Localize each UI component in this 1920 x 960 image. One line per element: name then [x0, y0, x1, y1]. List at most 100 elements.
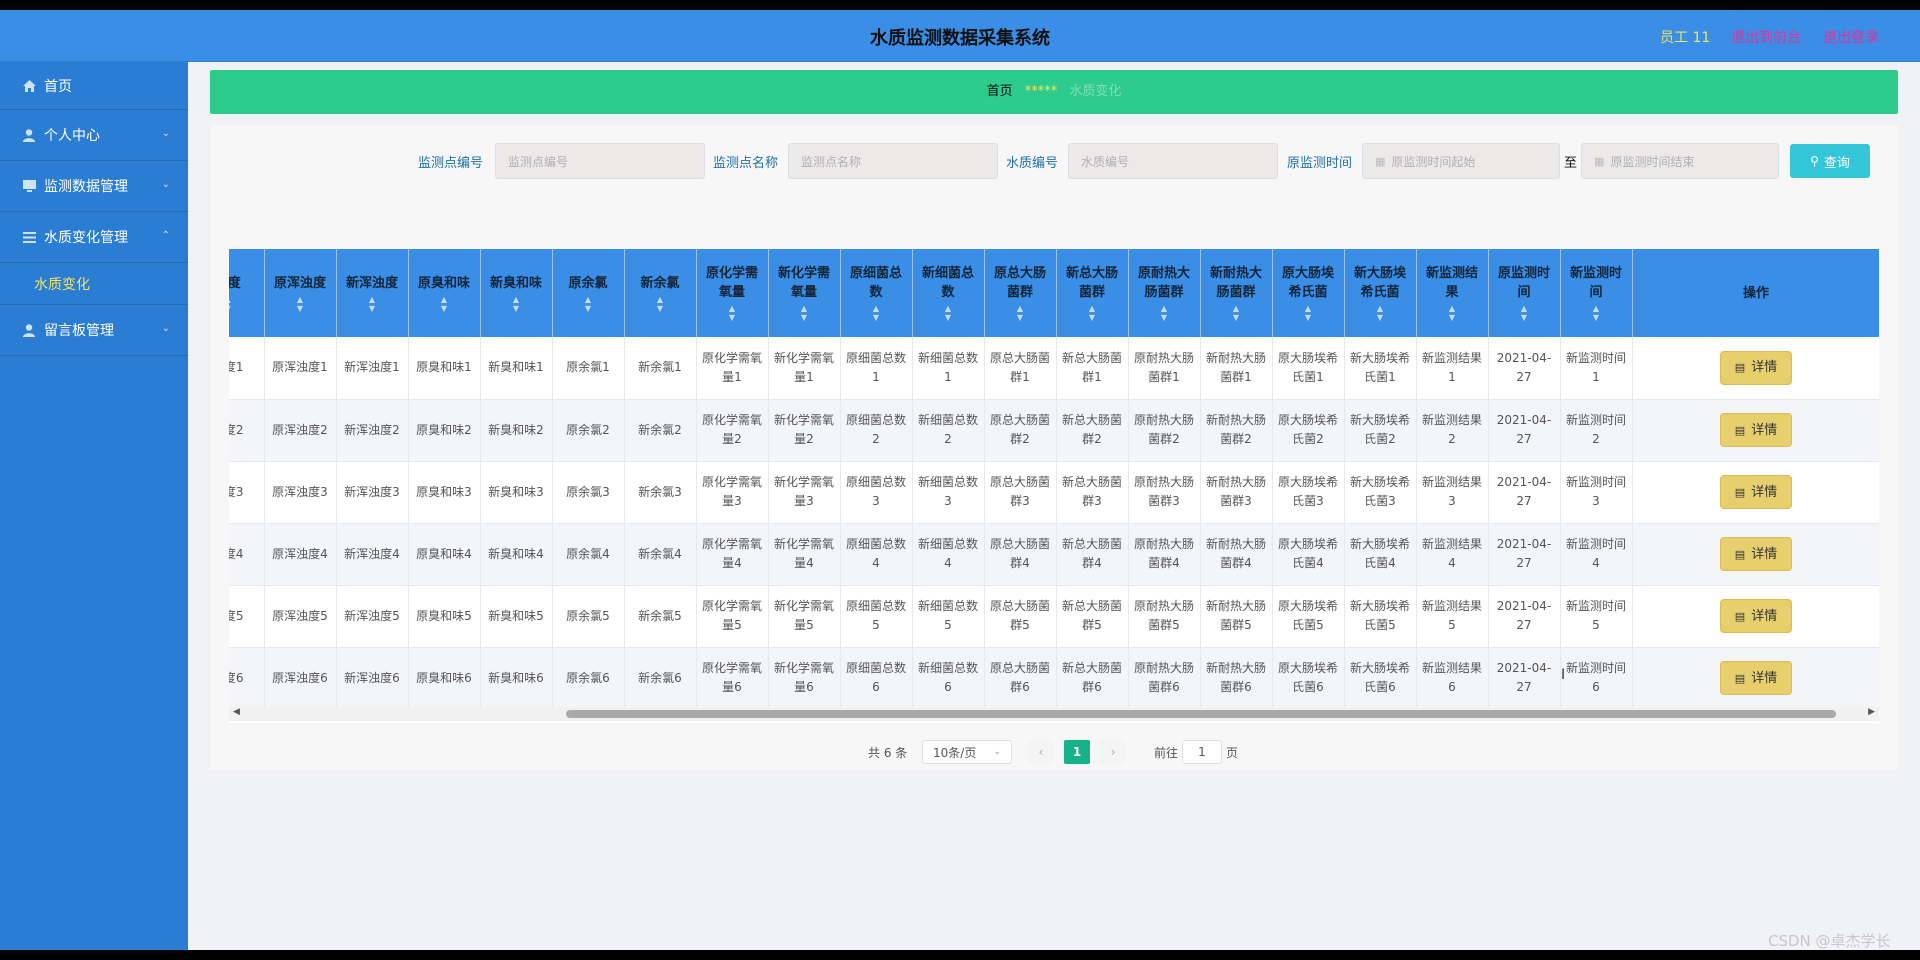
detail-button[interactable]: ▤ 详情 — [1720, 350, 1792, 385]
sort-icon[interactable]: ▲▼ — [557, 295, 620, 313]
column-header[interactable]: 新臭和味 ▲ ▼ — [480, 249, 553, 337]
detail-button[interactable]: ▤ 详情 — [1720, 475, 1792, 509]
sort-icon[interactable]: ▲▼ — [229, 295, 260, 313]
sort-icon[interactable]: ▲▼ — [1277, 304, 1340, 322]
top-header: 水质监测数据采集系统 员工 11 退出到前台 退出登录 — [0, 10, 1920, 62]
sort-icon[interactable]: ▲▼ — [269, 295, 332, 313]
detail-button[interactable]: ▤ 详情 — [1720, 537, 1792, 571]
water-code-input[interactable]: 水质编号 — [1068, 143, 1279, 179]
breadcrumb-home[interactable]: 首页 — [987, 84, 1013, 99]
table-cell: 新细菌总数5 — [912, 585, 985, 648]
sort-icon[interactable]: ▲▼ — [1349, 304, 1412, 322]
column-header[interactable]: 原细菌总数 ▲ ▼ — [840, 249, 913, 337]
table-cell: 新臭和味2 — [480, 399, 553, 462]
sort-icon[interactable]: ▲▼ — [845, 304, 908, 322]
sort-icon[interactable]: ▲▼ — [1565, 304, 1628, 322]
sort-icon[interactable]: ▲▼ — [1133, 304, 1196, 322]
table-cell: 原细菌总数4 — [840, 523, 913, 586]
table-cell: 2021-04-27 — [1488, 585, 1561, 648]
query-button[interactable]: ⚲ 查询 — [1790, 144, 1870, 178]
table-cell: 原大肠埃希氏菌2 — [1272, 399, 1345, 462]
time-start-input[interactable]: ▦ 原监测时间起始 — [1362, 143, 1561, 179]
current-page-button[interactable]: 1 — [1064, 740, 1090, 764]
table-cell: 新化学需氧量3 — [768, 461, 841, 524]
column-header[interactable]: 新化学需氧量 ▲ ▼ — [768, 249, 841, 337]
column-header[interactable]: 原余氯 ▲ ▼ — [552, 249, 625, 337]
table-cell: 原大肠埃希氏菌4 — [1272, 523, 1345, 586]
detail-button-label: 详情 — [1751, 546, 1778, 562]
column-header[interactable]: 新大肠埃希氏菌 ▲ ▼ — [1344, 249, 1417, 337]
column-header-label: 新耐热大肠菌群 — [1209, 266, 1262, 300]
sort-icon[interactable]: ▲▼ — [989, 304, 1052, 322]
scroll-right-icon[interactable]: ▶ — [1868, 707, 1875, 717]
table-cell: 原臭和味4 — [408, 523, 481, 586]
sort-icon[interactable]: ▲▼ — [629, 295, 692, 313]
column-header[interactable]: 原总大肠菌群 ▲ ▼ — [984, 249, 1057, 337]
sidebar-item-monitor-data[interactable]: 监测数据管理 ⌄ — [0, 161, 188, 212]
sort-icon[interactable]: ▲▼ — [341, 295, 404, 313]
detail-button[interactable]: ▤ 详情 — [1720, 599, 1792, 633]
table-cell: 新监测时间3 — [1560, 461, 1633, 524]
column-header[interactable]: 新耐热大肠菌群 ▲ ▼ — [1200, 249, 1273, 337]
column-header[interactable]: 新细菌总数 ▲ ▼ — [912, 249, 985, 337]
page-size-select[interactable]: 10条/页 ⌄ — [922, 740, 1012, 764]
table-cell: 新总大肠菌群1 — [1056, 337, 1129, 400]
sidebar-item-home[interactable]: 首页 — [0, 62, 188, 110]
table-cell: 新余氯5 — [624, 585, 697, 648]
column-header[interactable]: 新监测结果 ▲ ▼ — [1416, 249, 1489, 337]
table-cell: 原浑浊度5 — [264, 585, 337, 648]
detail-button[interactable]: ▤ 详情 — [1720, 661, 1792, 695]
sort-icon[interactable]: ▲▼ — [1061, 304, 1124, 322]
goto-page-input[interactable]: 1 — [1182, 740, 1222, 764]
column-header[interactable]: 新监测时间 ▲ ▼ — [1560, 249, 1633, 337]
search-water-code: 水质编号 水质编号 — [1006, 143, 1279, 179]
monitor-icon — [22, 179, 36, 193]
scroll-left-icon[interactable]: ◀ — [233, 707, 240, 717]
table-cell-actions: ▤ 详情 — [1632, 585, 1879, 648]
table-cell: 新监测结果2 — [1416, 399, 1489, 462]
table-cell: 原细菌总数2 — [840, 399, 913, 462]
column-header[interactable]: 新余氯 ▲ ▼ — [624, 249, 697, 337]
sort-icon[interactable]: ▲▼ — [1493, 304, 1556, 322]
table-cell: 原浑浊度2 — [264, 399, 337, 462]
column-header[interactable]: 原化学需氧量 ▲ ▼ — [696, 249, 769, 337]
point-name-input[interactable]: 监测点名称 — [788, 143, 999, 179]
sidebar-item-message-board[interactable]: 留言板管理 ⌄ — [0, 305, 188, 356]
sort-icon[interactable]: ▲▼ — [1421, 304, 1484, 322]
column-header[interactable]: 原臭和味 ▲ ▼ — [408, 249, 481, 337]
search-point-code: 监测点编号 监测点编号 — [418, 143, 706, 179]
chevron-down-icon: ⌄ — [161, 179, 170, 190]
sort-icon[interactable]: ▲▼ — [1205, 304, 1268, 322]
time-end-input[interactable]: ▦ 原监测时间结束 — [1581, 143, 1780, 179]
horizontal-scrollbar[interactable]: ◀ ▶ — [229, 707, 1879, 721]
column-header[interactable]: 新总大肠菌群 ▲ ▼ — [1056, 249, 1129, 337]
sort-icon[interactable]: ▲▼ — [917, 304, 980, 322]
sort-icon[interactable]: ▲▼ — [773, 304, 836, 322]
sidebar-subitem-water-change[interactable]: 水质变化 — [0, 263, 188, 305]
sidebar: 首页 个人中心 ⌄ 监测数据管理 ⌄ 水质变化管理 ⌃ 水质变化 留言板管理 ⌄ — [0, 62, 188, 950]
sort-icon[interactable]: ▲▼ — [701, 304, 764, 322]
table-cell: 新臭和味6 — [480, 647, 553, 710]
detail-button[interactable]: ▤ 详情 — [1720, 413, 1792, 447]
prev-page-button[interactable]: ‹ — [1028, 740, 1054, 764]
column-header[interactable]: 原浑浊度 ▲ ▼ — [264, 249, 337, 337]
column-header[interactable]: 新浑浊度 ▲ ▼ — [336, 249, 409, 337]
column-header-label: 原化学需氧量 — [705, 266, 758, 300]
logout-link[interactable]: 退出登录 — [1823, 27, 1879, 47]
column-header-label: 新浑浊度 — [345, 275, 398, 291]
column-header[interactable]: 浊度 ▲▼ — [229, 249, 265, 337]
table-cell: 新浑浊度2 — [336, 399, 409, 462]
column-header[interactable]: 操作 — [1632, 249, 1879, 337]
sort-icon[interactable]: ▲▼ — [413, 295, 476, 313]
sidebar-item-water-change[interactable]: 水质变化管理 ⌃ — [0, 212, 188, 263]
point-code-input[interactable]: 监测点编号 — [495, 143, 706, 179]
document-icon: ▤ — [1734, 361, 1746, 375]
column-header[interactable]: 原监测时间 ▲ ▼ — [1488, 249, 1561, 337]
sort-icon[interactable]: ▲▼ — [485, 295, 548, 313]
sidebar-item-personal-center[interactable]: 个人中心 ⌄ — [0, 110, 188, 161]
scrollbar-thumb[interactable] — [566, 710, 1836, 718]
next-page-button[interactable]: › — [1100, 740, 1126, 764]
back-to-frontend-link[interactable]: 退出到前台 — [1731, 27, 1801, 47]
column-header[interactable]: 原耐热大肠菌群 ▲ ▼ — [1128, 249, 1201, 337]
column-header[interactable]: 原大肠埃希氏菌 ▲ ▼ — [1272, 249, 1345, 337]
